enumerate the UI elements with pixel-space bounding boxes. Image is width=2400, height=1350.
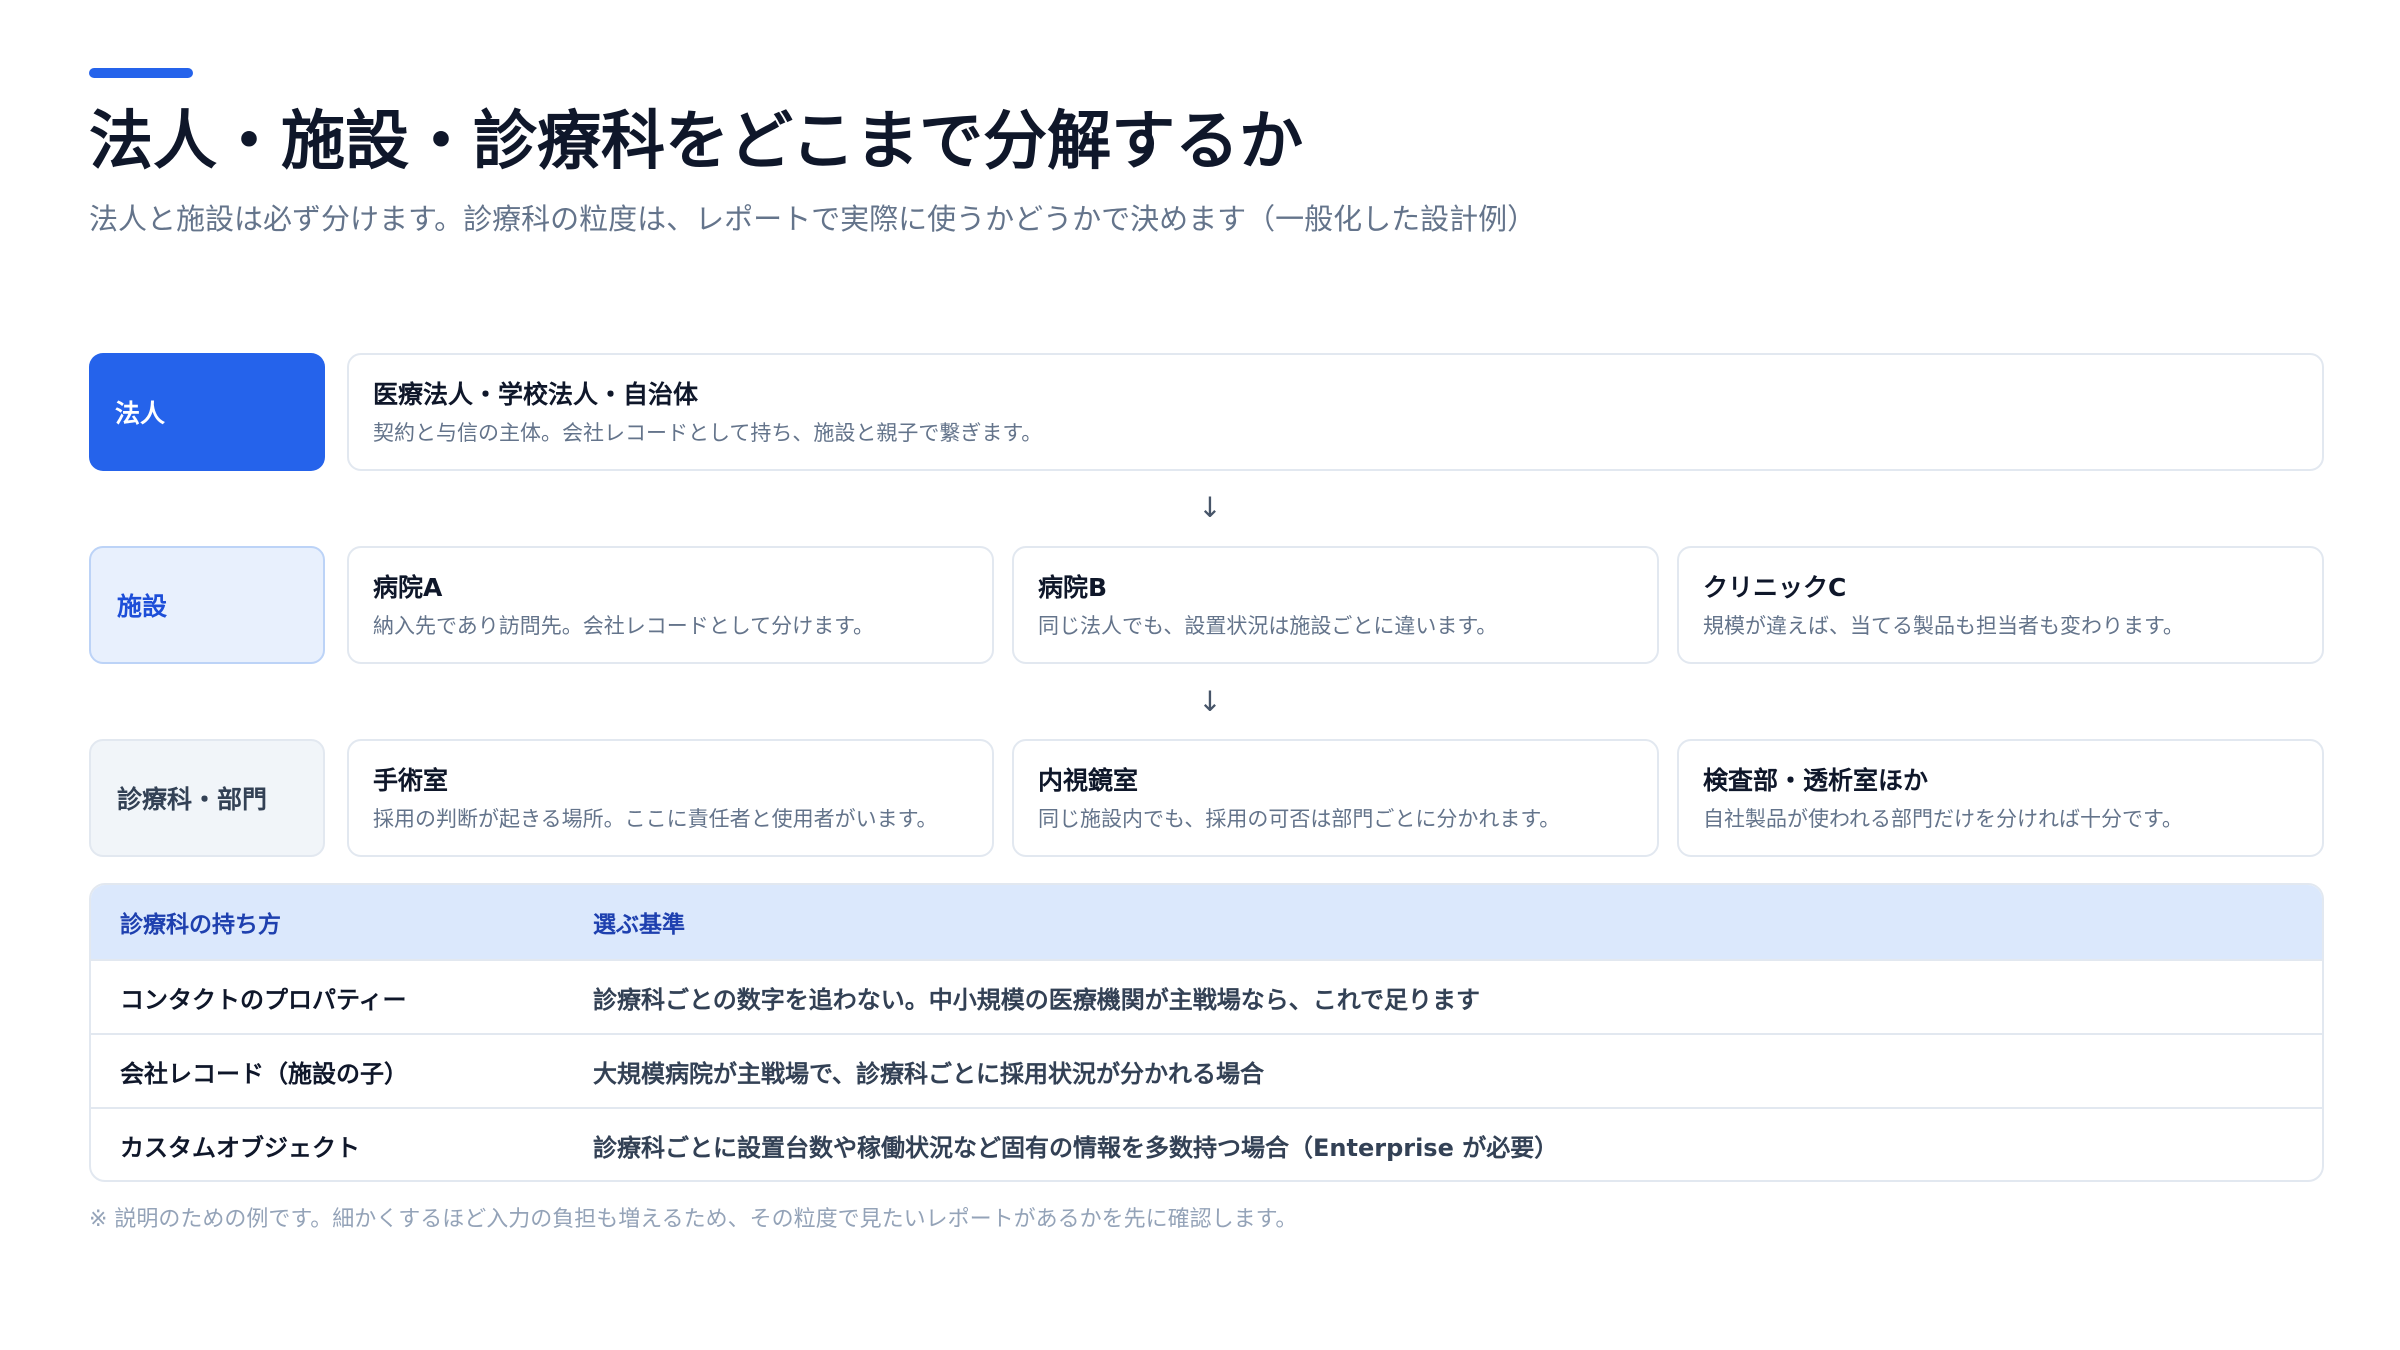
row-label-department: 診療科・部門 [89,739,325,857]
card-description: 契約と与信の主体。会社レコードとして持ち、施設と親子で繋ぎます。 [373,421,1043,445]
table-cell-method: コンタクトのプロパティー [120,985,407,1014]
card-title: 手術室 [373,766,449,795]
card-clinic-c: クリニックC 規模が違えば、当てる製品も担当者も変わります。 [1677,546,2324,664]
table-cell-criteria: 大規模病院が主戦場で、診療科ごとに採用状況が分かれる場合 [593,1059,1265,1088]
table-row: カスタムオブジェクト 診療科ごとに設置台数や稼働状況など固有の情報を多数持つ場合… [91,1107,2322,1180]
card-lab-dialysis: 検査部・透析室ほか 自社製品が使われる部門だけを分ければ十分です。 [1677,739,2324,857]
down-arrow-icon: ↓ [1198,685,1222,718]
hierarchy-row-corporation: 法人 医療法人・学校法人・自治体 契約と与信の主体。会社レコードとして持ち、施設… [89,353,2324,471]
card-description: 採用の判断が起きる場所。ここに責任者と使用者がいます。 [373,807,938,831]
table-cell-criteria: 診療科ごとの数字を追わない。中小規模の医療機関が主戦場なら、これで足ります [593,985,1481,1014]
card-title: 検査部・透析室ほか [1703,766,1929,795]
title-accent-bar [89,68,193,78]
card-title: 医療法人・学校法人・自治体 [373,380,699,409]
hierarchy-row-department: 診療科・部門 手術室 採用の判断が起きる場所。ここに責任者と使用者がいます。 内… [89,739,2324,857]
card-description: 納入先であり訪問先。会社レコードとして分けます。 [373,614,875,638]
table-header-cell: 診療科の持ち方 [120,912,281,938]
card-description: 同じ施設内でも、採用の可否は部門ごとに分かれます。 [1038,807,1561,831]
card-description: 自社製品が使われる部門だけを分ければ十分です。 [1703,807,2183,831]
table-header: 診療科の持ち方 選ぶ基準 [91,885,2322,959]
table-header-cell: 選ぶ基準 [593,912,685,938]
row-label-corporation: 法人 [89,353,325,471]
down-arrow-icon: ↓ [1198,491,1222,524]
table-row: 会社レコード（施設の子） 大規模病院が主戦場で、診療科ごとに採用状況が分かれる場… [91,1033,2322,1107]
card-endoscopy-room: 内視鏡室 同じ施設内でも、採用の可否は部門ごとに分かれます。 [1012,739,1659,857]
card-title: 病院B [1038,573,1108,602]
card-operating-room: 手術室 採用の判断が起きる場所。ここに責任者と使用者がいます。 [347,739,994,857]
card-corporation-types: 医療法人・学校法人・自治体 契約と与信の主体。会社レコードとして持ち、施設と親子… [347,353,2324,471]
card-hospital-b: 病院B 同じ法人でも、設置状況は施設ごとに違います。 [1012,546,1659,664]
card-title: 病院A [373,573,443,602]
table-cell-method: カスタムオブジェクト [120,1133,360,1162]
card-title: 内視鏡室 [1038,766,1139,795]
card-description: 規模が違えば、当てる製品も担当者も変わります。 [1703,614,2184,638]
page-subtitle: 法人と施設は必ず分けます。診療科の粒度は、レポートで実際に使うかどうかで決めます… [89,202,1537,236]
table-cell-criteria: 診療科ごとに設置台数や稼働状況など固有の情報を多数持つ場合（Enterprise… [593,1133,1559,1162]
table-row: コンタクトのプロパティー 診療科ごとの数字を追わない。中小規模の医療機関が主戦場… [91,959,2322,1033]
department-options-table: 診療科の持ち方 選ぶ基準 コンタクトのプロパティー 診療科ごとの数字を追わない。… [89,883,2324,1182]
card-title: クリニックC [1703,573,1847,602]
card-description: 同じ法人でも、設置状況は施設ごとに違います。 [1038,614,1498,638]
page-title: 法人・施設・診療科をどこまで分解するか [89,105,1304,179]
row-label-facility: 施設 [89,546,325,664]
card-hospital-a: 病院A 納入先であり訪問先。会社レコードとして分けます。 [347,546,994,664]
hierarchy-row-facility: 施設 病院A 納入先であり訪問先。会社レコードとして分けます。 病院B 同じ法人… [89,546,2324,664]
table-cell-method: 会社レコード（施設の子） [120,1059,408,1088]
footnote: ※ 説明のための例です。細かくするほど入力の負担も増えるため、その粒度で見たいレ… [89,1207,1298,1232]
